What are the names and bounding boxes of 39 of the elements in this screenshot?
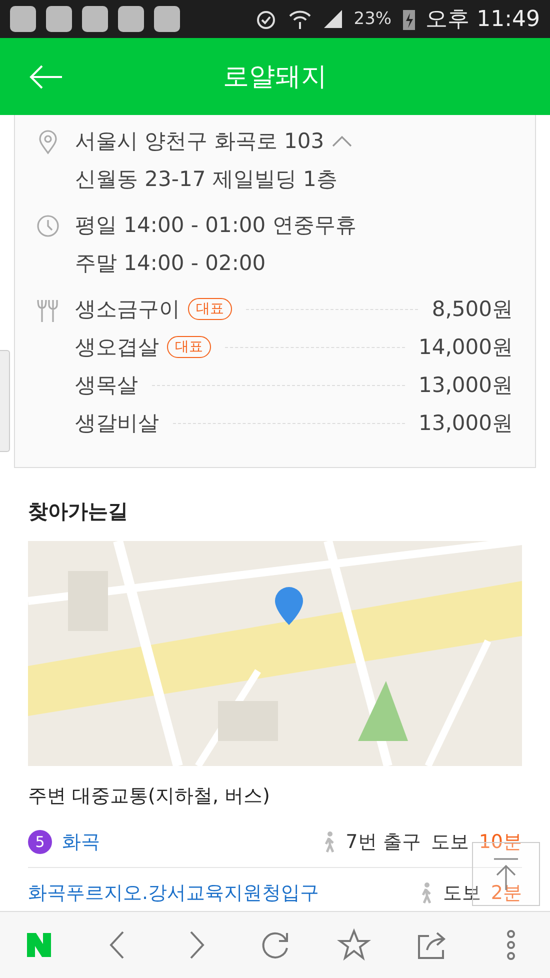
back-arrow-icon[interactable] [28,64,64,90]
signature-badge: 대표 [167,336,211,358]
exit-label: 7번 출구 [346,830,421,855]
walk-label: 도보 [442,881,481,906]
page-title: 로얄돼지 [223,61,327,94]
app-icon [154,6,180,32]
station-link[interactable]: 화곡 [62,829,100,855]
signature-badge: 대표 [188,298,232,320]
menu-item-name: 생갈비살 [75,410,159,437]
subway-line-badge: 5 [28,830,52,854]
hours-line: 평일 14:00 - 01:00 연중무휴 [75,212,358,239]
clock-icon [35,213,61,239]
menu-item-name: 생목살 [75,372,138,399]
clock-time: 오후 11:49 [426,6,540,34]
menu-item-price: 13,000원 [418,372,513,399]
station-link[interactable]: 화곡푸르지오.강서교육지원청입구 [28,880,320,906]
hours-line: 주말 14:00 - 02:00 [75,250,267,277]
menu-item-name: 생오겹살 [75,334,159,361]
address-line: 서울시 양천구 화곡로 103 [75,128,324,155]
app-icon [82,6,108,32]
walk-label: 도보 [430,830,469,855]
menu-item-price: 14,000원 [418,334,513,361]
address-detail: 신월동 23-17 제일빌딩 1층 [75,166,338,193]
signal-icon [322,8,344,30]
transit-heading: 주변 대중교통(지하철, 버스) [27,784,271,809]
side-handle[interactable] [0,350,10,452]
app-icon [46,6,72,32]
fork-knife-icon [35,297,61,323]
menu-item-price: 8,500원 [432,296,513,323]
battery-icon [402,7,416,31]
walk-minutes: 2분 [490,881,522,906]
app-icon [10,6,36,32]
caret-up-icon[interactable] [332,135,352,147]
app-icon [118,6,144,32]
menu-item-name: 생소금구이 [75,296,180,323]
battery-percent: 23% [354,9,392,29]
section-title: 찾아가는길 [27,498,129,525]
menu-item-price: 13,000원 [418,410,513,437]
star-icon[interactable] [336,928,371,962]
